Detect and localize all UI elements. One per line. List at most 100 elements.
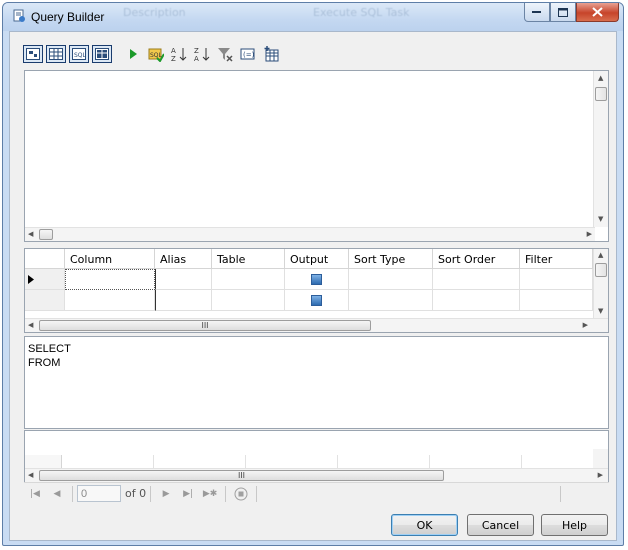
show-diagram-pane-button[interactable] — [23, 45, 43, 63]
diagram-vertical-scrollbar[interactable]: ▲ ▼ — [593, 71, 608, 227]
grid-cell-alias[interactable] — [155, 269, 212, 290]
sql-pane-icon: SQL — [72, 48, 86, 60]
page-number-input[interactable] — [77, 485, 121, 502]
group-by-button[interactable]: (=) — [238, 45, 258, 63]
svg-text:A: A — [171, 47, 176, 55]
show-grid-pane-button[interactable] — [46, 45, 66, 63]
scroll-left-icon[interactable]: ◀ — [28, 472, 33, 479]
next-record-icon: ▶ — [162, 488, 170, 499]
remove-filter-icon — [218, 48, 233, 62]
column-header-column[interactable]: Column — [65, 249, 155, 269]
grid-cell-filter[interactable] — [520, 269, 593, 290]
output-checkbox[interactable] — [311, 294, 322, 306]
grid-cell-sort-order[interactable] — [433, 269, 520, 290]
remove-filter-button[interactable] — [215, 45, 235, 63]
title-bar[interactable]: Description Execute SQL Task Query Build… — [3, 3, 623, 31]
table-row[interactable] — [25, 290, 593, 311]
svg-text:Z: Z — [171, 55, 176, 62]
help-button[interactable]: Help — [541, 514, 608, 536]
grid-cell-alias[interactable] — [155, 290, 212, 311]
show-results-pane-button[interactable] — [92, 45, 112, 63]
sql-pane[interactable]: SELECT FROM — [24, 336, 609, 429]
scroll-up-icon[interactable]: ▲ — [598, 252, 603, 259]
scroll-left-icon[interactable]: ◀ — [28, 231, 33, 238]
grid-cell-sort-type[interactable] — [349, 269, 433, 290]
results-horizontal-scrollbar[interactable]: ◀ III ▶ — [25, 468, 608, 482]
grid-cell-column[interactable] — [65, 290, 155, 311]
criteria-grid-pane: Column Alias Table Output Sort Type Sort… — [24, 248, 609, 333]
run-button[interactable] — [123, 45, 143, 63]
column-header-sort-order[interactable]: Sort Order — [433, 249, 520, 269]
grid-vertical-scroll-thumb[interactable] — [595, 263, 607, 277]
scroll-down-icon[interactable]: ▼ — [598, 216, 603, 223]
grid-cell-output[interactable] — [285, 269, 349, 290]
stop-button[interactable] — [230, 485, 252, 503]
ok-button[interactable]: OK — [391, 514, 458, 536]
sort-descending-button[interactable]: ZA — [192, 45, 212, 63]
table-row[interactable] — [25, 269, 593, 290]
close-button[interactable] — [576, 3, 619, 22]
row-selector[interactable] — [25, 290, 65, 311]
scroll-right-icon[interactable]: ▶ — [587, 231, 592, 238]
row-selector[interactable] — [25, 269, 65, 290]
minimize-icon — [532, 11, 541, 13]
close-icon — [592, 7, 603, 17]
new-record-button[interactable]: ▶✱ — [199, 485, 221, 503]
add-table-button[interactable] — [261, 45, 281, 63]
grid-vertical-scrollbar[interactable]: ▲ ▼ — [593, 249, 608, 318]
diagram-pane[interactable]: ▲ ▼ ◀ ▶ — [24, 70, 609, 242]
maximize-button[interactable] — [550, 3, 576, 22]
run-icon — [130, 49, 137, 59]
grid-horizontal-scrollbar[interactable]: ◀ III ▶ — [25, 318, 608, 332]
results-pane-icon — [95, 48, 109, 60]
previous-record-button[interactable]: ◀ — [46, 485, 68, 503]
background-ghost-text: Execute SQL Task — [313, 6, 410, 19]
scroll-down-icon[interactable]: ▼ — [598, 308, 603, 315]
grid-cell-column[interactable] — [65, 269, 155, 290]
results-vertical-scrollbar[interactable] — [593, 449, 608, 469]
scroll-right-icon[interactable]: ▶ — [598, 472, 603, 479]
grid-horizontal-scroll-thumb[interactable]: III — [39, 320, 371, 331]
column-header-filter[interactable]: Filter — [520, 249, 593, 269]
verify-sql-button[interactable]: SQL — [146, 45, 166, 63]
diagram-horizontal-scrollbar[interactable]: ◀ ▶ — [25, 227, 595, 241]
scroll-left-icon[interactable]: ◀ — [28, 322, 33, 329]
first-record-button[interactable]: |◀ — [24, 485, 46, 503]
grid-cell-table[interactable] — [212, 269, 285, 290]
show-sql-pane-button[interactable]: SQL — [69, 45, 89, 63]
column-header-output[interactable]: Output — [285, 249, 349, 269]
grid-cell-table[interactable] — [212, 290, 285, 311]
column-header-sort-type[interactable]: Sort Type — [349, 249, 433, 269]
last-record-button[interactable]: ▶| — [177, 485, 199, 503]
output-checkbox[interactable] — [311, 273, 322, 285]
diagram-vertical-scroll-thumb[interactable] — [595, 87, 607, 101]
grid-cell-sort-order[interactable] — [433, 290, 520, 311]
record-navigator: |◀ ◀ of 0 ▶ ▶| ▶✱ — [24, 482, 609, 504]
scroll-up-icon[interactable]: ▲ — [598, 75, 603, 82]
sort-ascending-button[interactable]: AZ — [169, 45, 189, 63]
results-pane: ◀ III ▶ — [24, 430, 609, 483]
query-builder-app-icon — [13, 9, 25, 22]
sql-line-select: SELECT — [28, 343, 71, 355]
svg-text:SQL: SQL — [74, 52, 86, 59]
next-record-button[interactable]: ▶ — [155, 485, 177, 503]
grid-cell-sort-type[interactable] — [349, 290, 433, 311]
cancel-button[interactable]: Cancel — [467, 514, 534, 536]
add-table-icon — [264, 46, 279, 62]
dialog-client-area: SQL SQL AZ ZA (=) ▲ ▼ ◀ ▶ Column Alias T… — [9, 31, 617, 541]
grid-cell-output[interactable] — [285, 290, 349, 311]
background-ghost-text: Description — [123, 6, 186, 19]
query-builder-window: Description Execute SQL Task Query Build… — [2, 2, 624, 546]
sql-text[interactable]: SELECT FROM — [28, 342, 71, 370]
toolbar: SQL SQL AZ ZA (=) — [23, 43, 284, 65]
diagram-horizontal-scroll-thumb[interactable] — [39, 229, 53, 240]
minimize-button[interactable] — [524, 3, 550, 22]
sort-descending-icon: ZA — [194, 47, 210, 62]
column-header-alias[interactable]: Alias — [155, 249, 212, 269]
grid-cell-filter[interactable] — [520, 290, 593, 311]
results-horizontal-scroll-thumb[interactable]: III — [39, 470, 444, 481]
sort-ascending-icon: AZ — [171, 47, 187, 62]
scroll-right-icon[interactable]: ▶ — [583, 322, 588, 329]
page-count-label: of 0 — [125, 487, 147, 500]
column-header-table[interactable]: Table — [212, 249, 285, 269]
